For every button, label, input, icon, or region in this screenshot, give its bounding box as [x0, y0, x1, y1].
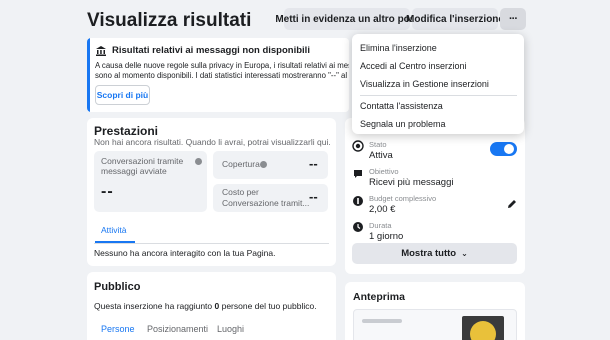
objective-value: Ricevi più messaggi	[369, 177, 454, 188]
performance-title: Prestazioni	[94, 124, 159, 138]
metric-reach-label: Copertura	[222, 159, 260, 169]
page-title: Visualizza risultati	[87, 10, 252, 31]
preview-title: Anteprima	[353, 291, 405, 303]
audience-card: Pubblico Questa inserzione ha raggiunto …	[87, 272, 336, 340]
metric-conversations-value: --	[101, 183, 114, 200]
show-all-button[interactable]: Mostra tutto ⌄	[352, 243, 517, 264]
message-icon	[352, 167, 364, 179]
preview-blurred-text	[362, 319, 402, 323]
edit-ad-button[interactable]: Modifica l'inserzione	[406, 8, 504, 30]
performance-card: Prestazioni Non hai ancora risultati. Qu…	[87, 118, 336, 266]
performance-subtitle: Non hai ancora risultati. Quando li avra…	[94, 137, 331, 147]
bank-icon	[95, 44, 107, 56]
metric-cost-value: --	[309, 189, 318, 204]
tab-divider	[94, 243, 329, 244]
duration-label: Durata	[369, 221, 392, 230]
menu-item-ads-manager[interactable]: Visualizza in Gestione inserzioni	[360, 79, 489, 89]
details-card: Stato Attiva Obiettivo Ricevi più messag…	[345, 118, 525, 274]
budget-value: 2,00 €	[369, 204, 396, 215]
menu-item-ads-center[interactable]: Accedi al Centro inserzioni	[360, 61, 467, 71]
notice-title: Risultati relativi ai messaggi non dispo…	[112, 45, 310, 56]
tab-placements[interactable]: Posizionamenti	[147, 324, 208, 334]
preview-product-shape	[470, 321, 496, 340]
duration-value: 1 giorno	[369, 231, 404, 242]
audience-title: Pubblico	[94, 281, 141, 293]
audience-text-before: Questa inserzione ha raggiunto	[94, 301, 215, 311]
show-all-label: Mostra tutto	[401, 248, 457, 259]
menu-item-report-problem[interactable]: Segnala un problema	[360, 119, 446, 129]
boost-another-post-button[interactable]: Metti in evidenza un altro post	[275, 8, 419, 30]
metric-cost-label-1: Costo per	[222, 187, 259, 197]
menu-item-contact-support[interactable]: Contatta l'assistenza	[360, 101, 443, 111]
info-icon[interactable]	[260, 161, 267, 168]
notice-card: Risultati relativi ai messaggi non dispo…	[87, 38, 349, 112]
metric-conversations: Conversazioni tramite messaggi avviate -…	[94, 151, 207, 212]
preview-product-image	[462, 316, 504, 340]
metric-cost-label-2: Conversazione tramit...	[222, 198, 310, 208]
clock-icon	[352, 220, 364, 232]
budget-label: Budget complessivo	[369, 194, 437, 203]
metric-cost: Costo per Conversazione tramit... --	[213, 184, 328, 212]
pencil-icon[interactable]	[506, 197, 518, 209]
more-icon: ···	[509, 13, 518, 25]
notice-accent-bar	[87, 38, 90, 112]
toggle-knob	[504, 144, 514, 154]
metric-reach-value: --	[309, 156, 318, 171]
budget-icon	[352, 194, 364, 206]
activity-text: Nessuno ha ancora interagito con la tua …	[94, 248, 276, 258]
metric-conversations-label-2: messaggi avviate	[101, 166, 167, 176]
status-label: Stato	[369, 140, 387, 149]
info-icon[interactable]	[195, 158, 202, 165]
status-value: Attiva	[369, 150, 393, 161]
menu-divider	[360, 95, 517, 96]
tab-people[interactable]: Persone	[101, 324, 135, 334]
status-toggle[interactable]	[490, 142, 517, 156]
objective-label: Obiettivo	[369, 167, 399, 176]
audience-reach-text: Questa inserzione ha raggiunto 0 persone…	[94, 301, 317, 311]
chevron-down-icon: ⌄	[461, 249, 468, 258]
tab-places[interactable]: Luoghi	[217, 324, 244, 334]
status-icon	[352, 139, 364, 152]
more-options-button[interactable]: ···	[500, 8, 526, 30]
notice-text-line2: sono al momento disponibili. I dati stat…	[95, 71, 349, 80]
audience-text-after: persone del tuo pubblico.	[219, 301, 317, 311]
learn-more-button[interactable]: Scopri di più	[95, 85, 150, 105]
tab-activity[interactable]: Attività	[101, 225, 127, 235]
metric-reach: Copertura --	[213, 151, 328, 179]
preview-image-frame	[353, 309, 517, 340]
metric-conversations-label-1: Conversazioni tramite	[101, 156, 184, 166]
preview-card: Anteprima	[345, 282, 525, 340]
menu-item-delete-ad[interactable]: Elimina l'inserzione	[360, 43, 437, 53]
